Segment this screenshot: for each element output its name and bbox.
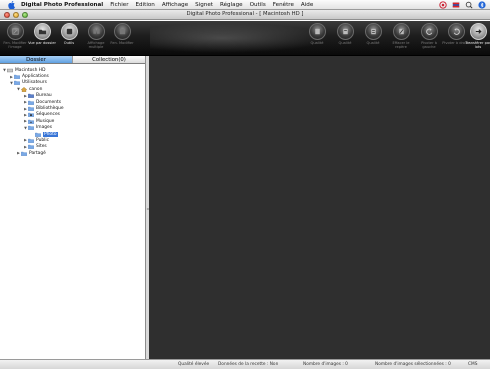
quality-button[interactable]: Qualité xyxy=(304,23,330,45)
window-title-bar[interactable]: Digital Photo Professional - [ Macintosh… xyxy=(0,10,490,20)
pictures-folder-icon xyxy=(28,125,34,131)
batch-transfer-button[interactable]: Transférer par lots xyxy=(465,23,490,49)
library-folder-icon xyxy=(28,106,34,111)
menu-signet[interactable]: Signet xyxy=(195,2,213,8)
apple-icon[interactable] xyxy=(6,0,16,10)
batch-transfer-icon xyxy=(469,23,487,40)
tree-item-label: Partagé xyxy=(29,150,46,156)
multi-view-button[interactable]: Affichage multiple xyxy=(83,23,109,49)
toolbar-label: Affichage multiple xyxy=(87,41,105,49)
tools-icon xyxy=(60,23,78,40)
quality2-icon xyxy=(336,23,354,40)
status-quality: Qualité élevée xyxy=(178,362,210,367)
tree-item-label: Utilisateurs xyxy=(22,80,47,86)
quality-button-3[interactable]: Qualité xyxy=(360,23,386,45)
menu-app-name[interactable]: Digital Photo Professional xyxy=(21,2,103,8)
menu-reglage[interactable]: Réglage xyxy=(220,2,243,8)
users-folder-icon xyxy=(14,80,20,86)
music-folder-icon xyxy=(28,119,34,124)
tab-dossier[interactable]: Dossier xyxy=(0,56,72,63)
menu-fichier[interactable]: Fichier xyxy=(110,2,128,8)
rotate-left-button[interactable]: Pivoter à gauche xyxy=(416,23,442,49)
panel-tabs: Dossier Collection(0) xyxy=(0,56,145,64)
quality-button-2[interactable]: Qualité xyxy=(332,23,358,45)
menu-aide[interactable]: Aide xyxy=(301,2,313,8)
tree-item-partage[interactable]: ▶ Partagé xyxy=(0,150,145,156)
toolbar-label: Effacer le repère xyxy=(392,41,410,49)
status-selected-count: Nombre d'images sélectionnées : 0 xyxy=(375,362,451,367)
menu-fenetre[interactable]: Fenêtre xyxy=(273,2,294,8)
edit-image-icon xyxy=(6,23,24,40)
help-icon[interactable] xyxy=(439,1,447,9)
menu-bar: Digital Photo Professional Fichier Editi… xyxy=(0,0,490,10)
applications-folder-icon xyxy=(14,74,20,80)
window-title: Digital Photo Professional - [ Macintosh… xyxy=(186,11,304,17)
quality3-icon xyxy=(364,23,382,40)
tree-item-label: Musique xyxy=(36,118,55,124)
edit-window-icon xyxy=(113,23,131,40)
tab-collection[interactable]: Collection(0) xyxy=(72,56,145,63)
tree-item-label: canon xyxy=(29,86,43,92)
rotate-left-icon xyxy=(420,23,438,40)
status-cms: CMS xyxy=(468,362,478,367)
menu-outils[interactable]: Outils xyxy=(250,2,266,8)
tools-button[interactable]: Outils xyxy=(56,23,82,45)
folder-panel: Dossier Collection(0) ▼ Macintosh HD ▶ A… xyxy=(0,56,146,359)
status-bar: Qualité élevée Données de la recette : N… xyxy=(0,359,490,369)
tree-item-label: Public xyxy=(36,137,49,143)
toolbar-label: Qualité xyxy=(366,41,380,45)
desktop-folder-icon xyxy=(28,93,34,99)
home-icon xyxy=(21,86,27,92)
tree-item-label: Images xyxy=(36,125,53,131)
tree-item-label: Bibliothèque xyxy=(36,106,64,112)
rotate-right-icon xyxy=(447,23,465,40)
clear-mark-icon xyxy=(392,23,410,40)
flag-icon[interactable] xyxy=(452,1,460,9)
status-recipe: Données de la recette : Non xyxy=(218,362,279,367)
tree-item-label: Applications xyxy=(22,74,49,80)
clear-mark-button[interactable]: Effacer le repère xyxy=(388,23,414,49)
tree-item-label: Photo xyxy=(43,131,58,137)
folder-icon xyxy=(35,132,41,137)
folder-view-button[interactable]: Vue par dossier xyxy=(28,23,56,45)
tree-item-label: Séquences xyxy=(36,112,60,118)
toolbar-label: Fen. Modifier xyxy=(110,41,134,45)
movies-folder-icon xyxy=(28,112,34,118)
quality-icon xyxy=(308,23,326,40)
menu-affichage[interactable]: Affichage xyxy=(162,2,188,8)
tree-item-label: Documents xyxy=(36,99,62,105)
edit-window-button[interactable]: Fen. Modifier xyxy=(109,23,135,45)
toolbar-label: Fen. Modifier l'image xyxy=(3,41,27,49)
drive-icon xyxy=(7,68,13,73)
toolbar-label: Qualité xyxy=(338,41,352,45)
tree-item-label: Bureau xyxy=(36,93,52,99)
tree-item-label: Sites xyxy=(36,144,47,150)
sites-folder-icon xyxy=(28,144,34,150)
bluetooth-icon[interactable] xyxy=(478,1,486,9)
documents-folder-icon xyxy=(28,100,34,105)
tree-item-label: Macintosh HD xyxy=(15,67,46,73)
folder-tree: ▼ Macintosh HD ▶ Applications ▼ Utilisat… xyxy=(0,64,145,156)
multi-view-icon xyxy=(87,23,105,40)
search-icon[interactable] xyxy=(465,1,473,9)
toolbar-label: Outils xyxy=(63,41,75,45)
edit-image-window-button[interactable]: Fen. Modifier l'image xyxy=(2,23,28,49)
image-view-area[interactable] xyxy=(149,56,490,359)
toolbar-label: Pivoter à gauche xyxy=(421,41,437,49)
toolbar-label: Qualité xyxy=(310,41,324,45)
shared-folder-icon xyxy=(21,151,27,156)
toolbar-label: Vue par dossier xyxy=(28,41,56,45)
status-image-count: Nombre d'images : 0 xyxy=(303,362,348,367)
toolbar-label: Transférer par lots xyxy=(465,41,490,49)
menu-edition[interactable]: Edition xyxy=(136,2,155,8)
main-toolbar: Fen. Modifier l'image Vue par dossier Ou… xyxy=(0,21,490,56)
public-folder-icon xyxy=(28,138,34,143)
folder-view-icon xyxy=(33,23,51,40)
